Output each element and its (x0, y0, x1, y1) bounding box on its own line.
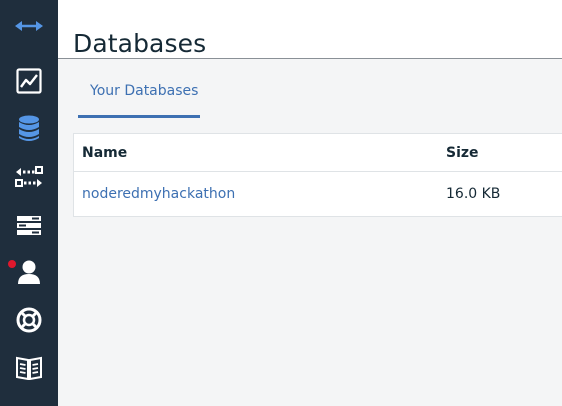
tab-your-databases[interactable]: Your Databases (78, 81, 200, 118)
support-lifebuoy-icon (16, 307, 42, 333)
swap-arrows-icon (15, 21, 43, 31)
app-window: Databases Your Databases Name Size noder… (0, 0, 562, 406)
page-title: Databases (73, 28, 207, 58)
databases-table: Name Size noderedmyhackathon 16.0 KB (73, 133, 562, 217)
table-header: Name Size (74, 134, 562, 172)
column-header-size[interactable]: Size (446, 145, 479, 161)
sidebar-item-monitoring[interactable] (0, 59, 58, 103)
sidebar-item-databases[interactable] (0, 107, 58, 151)
active-tab-indicator (78, 115, 200, 118)
sidebar-item-replication[interactable] (0, 155, 58, 199)
sidebar-item-servers[interactable] (0, 203, 58, 247)
sidebar-item-docs[interactable] (0, 346, 58, 390)
main-content: Your Databases Name Size noderedmyhackat… (58, 59, 562, 406)
tab-label: Your Databases (90, 83, 199, 99)
sidebar-item-support[interactable] (0, 298, 58, 342)
page-header: Databases (58, 0, 562, 59)
notification-dot (8, 260, 16, 268)
sidebar (0, 0, 58, 406)
documentation-book-icon (16, 356, 42, 380)
activity-chart-icon (16, 68, 42, 94)
sidebar-item-swap[interactable] (0, 4, 58, 48)
database-name-link[interactable]: noderedmyhackathon (82, 186, 235, 202)
sidebar-item-account[interactable] (0, 250, 58, 294)
database-icon (19, 115, 39, 141)
database-size: 16.0 KB (446, 186, 501, 202)
replication-icon (15, 166, 43, 187)
server-list-icon (17, 216, 41, 235)
account-icon (18, 260, 40, 284)
table-row: noderedmyhackathon 16.0 KB (74, 172, 562, 217)
column-header-name[interactable]: Name (82, 145, 127, 161)
